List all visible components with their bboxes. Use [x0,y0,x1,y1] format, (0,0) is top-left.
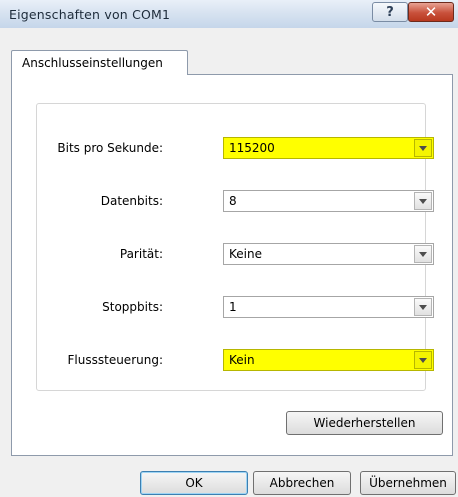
help-icon: ? [386,4,394,20]
tab-panel: Bits pro Sekunde: 115200 Datenbits: 8 Pa… [11,74,453,456]
title-bar: Eigenschaften von COM1 ? ✕ [0,0,458,29]
stop-bits-label: Stoppbits: [102,300,163,314]
data-bits-select[interactable]: 8 [223,190,434,212]
close-button[interactable]: ✕ [408,2,454,22]
data-bits-label: Datenbits: [100,194,163,208]
flow-control-value: Kein [229,353,255,367]
chevron-down-icon[interactable] [414,351,432,369]
close-icon: ✕ [424,3,438,21]
parity-label: Parität: [119,247,163,261]
stop-bits-select[interactable]: 1 [223,296,434,318]
settings-group: Bits pro Sekunde: 115200 Datenbits: 8 Pa… [36,103,434,391]
parity-value: Keine [229,247,262,261]
restore-defaults-button[interactable]: Wiederherstellen [286,411,443,435]
parity-select[interactable]: Keine [223,243,434,265]
tab-anschlusseinstellungen[interactable]: Anschlusseinstellungen [11,50,188,75]
bits-per-second-value: 115200 [229,141,275,155]
flow-control-select[interactable]: Kein [223,349,434,371]
dialog-body: Anschlusseinstellungen Bits pro Sekunde:… [0,28,458,497]
ok-button[interactable]: OK [140,471,248,495]
bits-per-second-label: Bits pro Sekunde: [57,141,163,155]
apply-button[interactable]: Übernehmen [360,471,456,495]
bits-per-second-select[interactable]: 115200 [223,137,434,159]
help-button[interactable]: ? [372,2,408,22]
window-title: Eigenschaften von COM1 [9,7,171,22]
tab-label: Anschlusseinstellungen [22,56,163,70]
chevron-down-icon[interactable] [414,192,432,210]
chevron-down-icon[interactable] [414,139,432,157]
data-bits-value: 8 [229,194,237,208]
flow-control-label: Flusssteuerung: [67,353,163,367]
cancel-button[interactable]: Abbrechen [253,471,351,495]
stop-bits-value: 1 [229,300,237,314]
chevron-down-icon[interactable] [414,298,432,316]
chevron-down-icon[interactable] [414,245,432,263]
